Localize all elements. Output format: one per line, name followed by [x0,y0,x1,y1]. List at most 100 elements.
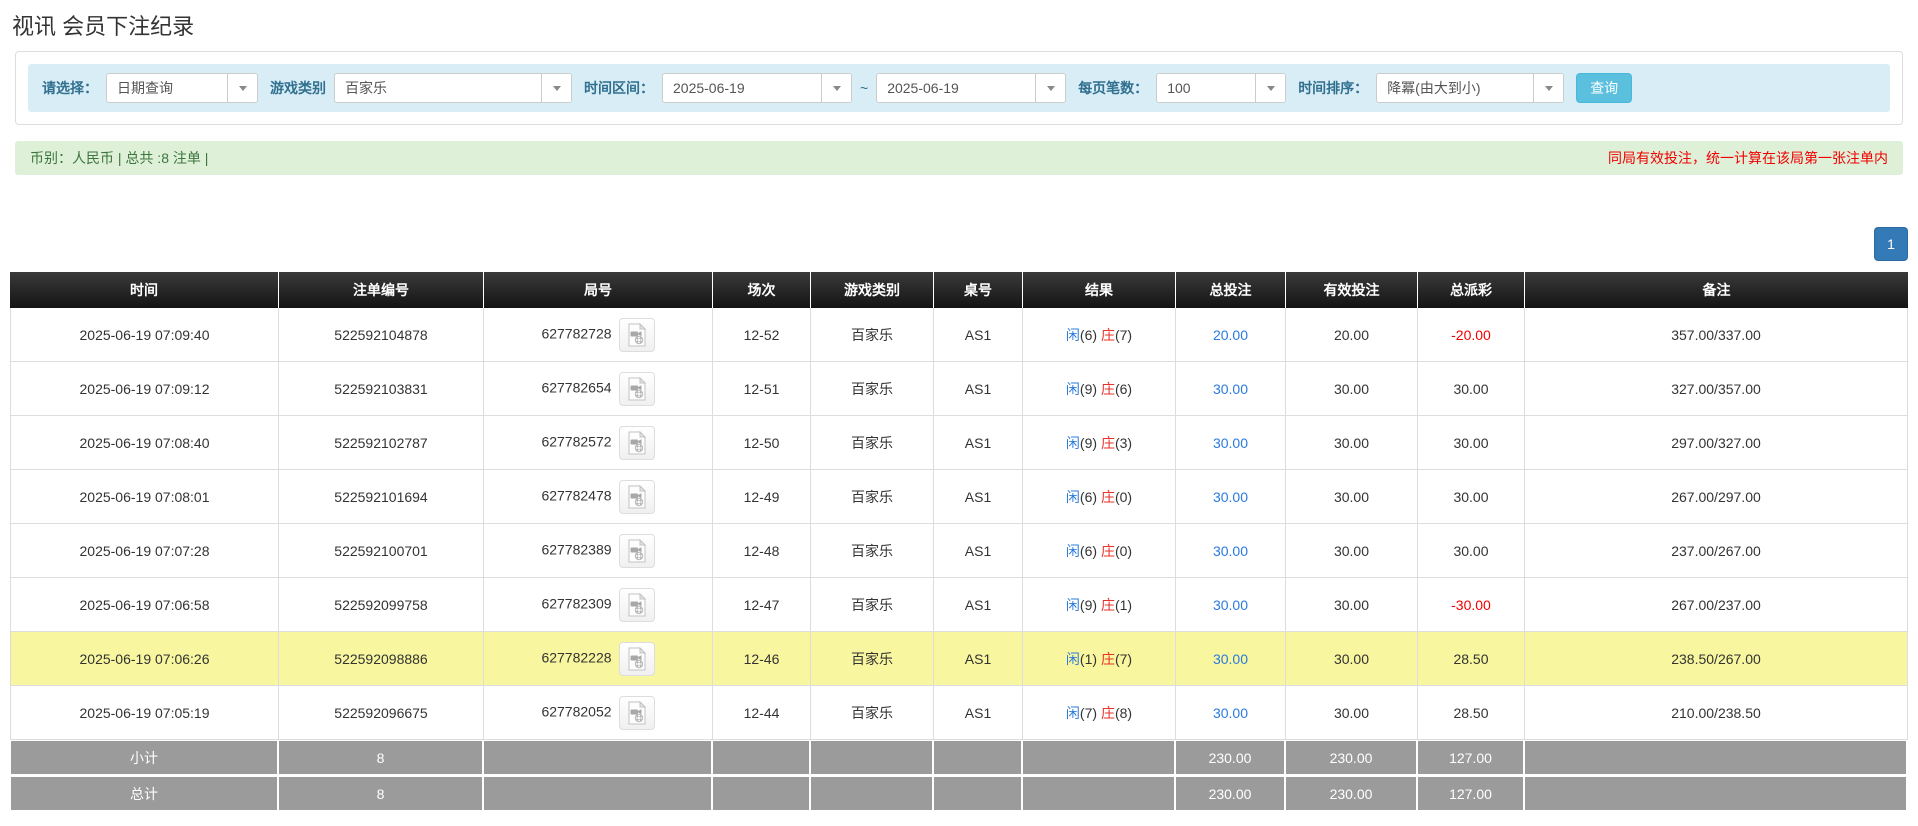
cell-valid-bet: 30.00 [1286,362,1418,416]
total-round [484,776,713,812]
game-type-caret-button[interactable] [541,74,571,102]
header-total-bet: 总投注 [1176,272,1286,308]
cell-round-id: 627782654 [484,362,713,416]
cell-payout: 28.50 [1418,686,1525,740]
total-bet-link[interactable]: 30.00 [1213,435,1248,451]
cell-session: 12-50 [713,416,811,470]
table-row: 2025-06-19 07:06:58 522592099758 6277823… [10,578,1908,632]
video-file-icon [626,485,648,509]
cell-bet-id: 522592098886 [279,632,484,686]
query-type-value: 日期查询 [107,74,227,102]
video-replay-button[interactable] [619,588,655,622]
cell-session: 12-47 [713,578,811,632]
result-player-points: (9) [1080,435,1097,451]
per-page-caret-button[interactable] [1255,74,1285,102]
result-banker-points: (7) [1115,651,1132,667]
game-type-select[interactable]: 百家乐 [334,73,572,103]
result-banker-points: (8) [1115,705,1132,721]
cell-valid-bet: 30.00 [1286,470,1418,524]
cell-note: 267.00/237.00 [1525,578,1908,632]
page-title: 视讯 会员下注纪录 [12,9,1908,41]
cell-time: 2025-06-19 07:09:12 [10,362,279,416]
cell-table-no: AS1 [934,578,1023,632]
cell-bet-id: 522592099758 [279,578,484,632]
cell-valid-bet: 30.00 [1286,686,1418,740]
cell-valid-bet: 30.00 [1286,416,1418,470]
total-bet-link[interactable]: 30.00 [1213,705,1248,721]
total-bet-link[interactable]: 30.00 [1213,651,1248,667]
date-from-select[interactable]: 2025-06-19 [662,73,852,103]
cell-time: 2025-06-19 07:06:26 [10,632,279,686]
cell-game-type: 百家乐 [811,362,934,416]
total-bet-link[interactable]: 20.00 [1213,327,1248,343]
total-note [1525,776,1908,812]
chevron-down-icon [553,86,561,91]
result-player-points: (9) [1080,381,1097,397]
video-replay-button[interactable] [619,696,655,730]
query-type-caret-button[interactable] [227,74,257,102]
cell-note: 267.00/297.00 [1525,470,1908,524]
cell-session: 12-49 [713,470,811,524]
date-to-select[interactable]: 2025-06-19 [876,73,1066,103]
video-replay-button[interactable] [619,372,655,406]
cell-note: 327.00/357.00 [1525,362,1908,416]
time-sort-select[interactable]: 降冪(由大到小) [1376,73,1564,103]
header-bet-id: 注单编号 [279,272,484,308]
cell-table-no: AS1 [934,416,1023,470]
per-page-select[interactable]: 100 [1156,73,1286,103]
choose-label: 请选择： [42,78,98,98]
cell-result: 闲(1) 庄(7) [1023,632,1176,686]
table-row: 2025-06-19 07:09:12 522592103831 6277826… [10,362,1908,416]
cell-time: 2025-06-19 07:09:40 [10,308,279,362]
result-player-label: 闲 [1066,651,1080,667]
header-session: 场次 [713,272,811,308]
summary-currency-count: 币别：人民币 | 总共 :8 注单 | [30,148,208,168]
result-player-points: (6) [1080,327,1097,343]
subtotal-payout: 127.00 [1418,740,1525,776]
subtotal-round [484,740,713,776]
table-footer: 小计 8 230.00 230.00 127.00 总计 8 [10,740,1908,812]
cell-table-no: AS1 [934,686,1023,740]
video-replay-button[interactable] [619,318,655,352]
cell-payout: 30.00 [1418,524,1525,578]
date-to-caret-button[interactable] [1035,74,1065,102]
total-bet-link[interactable]: 30.00 [1213,489,1248,505]
header-row: 时间 注单编号 局号 场次 游戏类别 桌号 结果 总投注 有效投注 总派彩 备注 [10,272,1908,308]
result-banker-points: (3) [1115,435,1132,451]
video-file-icon [626,323,648,347]
cell-session: 12-52 [713,308,811,362]
page-1-button[interactable]: 1 [1874,227,1908,261]
video-replay-button[interactable] [619,642,655,676]
total-session [713,776,811,812]
summary-bar: 币别：人民币 | 总共 :8 注单 | 同局有效投注，统一计算在该局第一张注单内 [15,141,1903,175]
date-from-caret-button[interactable] [821,74,851,102]
total-game [811,776,934,812]
video-replay-button[interactable] [619,426,655,460]
cell-note: 210.00/238.50 [1525,686,1908,740]
video-replay-button[interactable] [619,534,655,568]
cell-bet-id: 522592096675 [279,686,484,740]
query-type-select[interactable]: 日期查询 [106,73,258,103]
cell-round-id: 627782572 [484,416,713,470]
time-sort-caret-button[interactable] [1533,74,1563,102]
cell-bet-id: 522592104878 [279,308,484,362]
cell-result: 闲(9) 庄(3) [1023,416,1176,470]
cell-result: 闲(9) 庄(1) [1023,578,1176,632]
cell-round-id: 627782478 [484,470,713,524]
cell-total-bet: 30.00 [1176,416,1286,470]
cell-note: 297.00/327.00 [1525,416,1908,470]
video-replay-button[interactable] [619,480,655,514]
result-banker-points: (6) [1115,381,1132,397]
total-bet-link[interactable]: 30.00 [1213,543,1248,559]
cell-payout: 30.00 [1418,416,1525,470]
total-bet-link[interactable]: 30.00 [1213,381,1248,397]
total-bet-link[interactable]: 30.00 [1213,597,1248,613]
cell-payout: 28.50 [1418,632,1525,686]
cell-valid-bet: 30.00 [1286,632,1418,686]
table-row: 2025-06-19 07:07:28 522592100701 6277823… [10,524,1908,578]
cell-game-type: 百家乐 [811,524,934,578]
cell-note: 357.00/337.00 [1525,308,1908,362]
cell-table-no: AS1 [934,308,1023,362]
result-banker-label: 庄 [1101,705,1115,721]
search-button[interactable]: 查询 [1576,73,1632,103]
